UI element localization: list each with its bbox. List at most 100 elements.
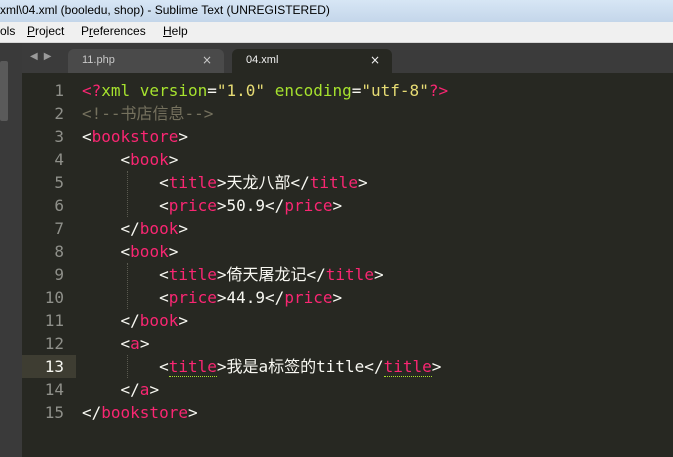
code-token: > [332,196,343,215]
code-token: price [168,288,217,307]
indent-guide [127,263,128,309]
code-token: > [168,150,179,169]
line-number: 3 [54,127,64,146]
sidebar-strip [0,43,22,457]
code-line[interactable]: <title>天龙八部</title> [82,171,673,194]
code-token: > [373,265,384,284]
code-token: book [130,150,169,169]
code-line[interactable]: <?xml version="1.0" encoding="utf-8"?> [82,79,673,102]
code-token: bookstore [101,403,188,422]
code-line[interactable]: <book> [82,240,673,263]
tab-label: 04.xml [246,54,279,66]
code-token: > [168,242,179,261]
menu-project[interactable]: Project [27,24,64,38]
menu-help[interactable]: Help [163,24,188,38]
code-token: < [82,196,169,215]
code-line[interactable]: </book> [82,309,673,332]
code-line[interactable]: <a> [82,332,673,355]
code-token: book [139,219,179,238]
code-token: = [207,81,217,100]
code-token: > [178,127,188,146]
code-token: < [82,265,169,284]
line-number: 15 [44,403,64,422]
code-line[interactable]: </book> [82,217,673,240]
line-number: 12 [44,334,64,353]
code-token: > [149,380,160,399]
line-number: 7 [54,219,64,238]
code-token: title [309,173,358,192]
code-line[interactable]: <title>我是a标签的title</title> [82,355,673,378]
line-number: 6 [54,196,64,215]
code-token: "utf-8" [361,81,429,100]
title-bar: xml\04.xml (booledu, shop) - Sublime Tex… [0,0,673,23]
line-number: 9 [54,265,64,284]
close-icon[interactable]: × [370,53,380,67]
code-line[interactable]: <!--书店信息--> [82,102,673,125]
code-token: title [383,357,432,377]
code-line[interactable]: </bookstore> [82,401,673,424]
code-line[interactable]: <bookstore> [82,125,673,148]
code-line[interactable]: <book> [82,148,673,171]
code-token: ?> [428,81,449,100]
window-title: xml\04.xml (booledu, shop) - Sublime Tex… [0,3,330,17]
menu-bar: ols Project Preferences Help [0,22,673,43]
line-number: 5 [54,173,64,192]
indent-guide [127,171,128,217]
code-token: < [82,334,131,353]
code-token: > [187,403,198,422]
code-line[interactable]: </a> [82,378,673,401]
line-number: 14 [44,380,64,399]
code-token: >44.9</ [216,288,285,307]
code-token: bookstore [91,127,179,146]
code-token: title [325,265,374,284]
menu-preferences[interactable]: Preferences [81,24,146,38]
tab-label: 11.php [82,54,115,66]
code-token: xml version [101,81,208,100]
line-number-gutter: 1 2 3 4 5 6 7 8 9 10 11 12 13 14 15 [22,79,64,424]
code-token: </ [82,311,140,330]
code-token: >倚天屠龙记</ [216,265,326,284]
code-token: > [332,288,343,307]
code-token: < [82,173,169,192]
code-token: < [82,127,92,146]
code-token: < [82,288,169,307]
code-token: = [351,81,362,100]
code-line[interactable]: <price>44.9</price> [82,286,673,309]
code-line[interactable]: <price>50.9</price> [82,194,673,217]
code-editor[interactable]: 1 2 3 4 5 6 7 8 9 10 11 12 13 14 15 <?xml version="1.0… [22,73,673,457]
code-line[interactable]: <title>倚天屠龙记</title> [82,263,673,286]
tab-04-xml[interactable]: 04.xml × [232,49,392,73]
line-number: 8 [54,242,64,261]
code-token: </ [82,380,140,399]
code-token: > [178,311,188,330]
code-token: </ [82,403,102,422]
tab-nav-arrows-icon[interactable]: ◀▶ [30,51,57,62]
code-token: a [130,334,140,353]
sidebar-scroll-thumb[interactable] [0,61,8,121]
code-token: a [139,380,150,399]
code-token: >我是a标签的title</ [216,357,384,376]
tab-11-php[interactable]: 11.php × [68,49,224,73]
code-token: > [357,173,368,192]
code-area[interactable]: <?xml version="1.0" encoding="utf-8"?> <!… [82,79,673,424]
menu-tools[interactable]: ols [0,24,15,38]
code-token: book [139,311,179,330]
code-token: >50.9</ [216,196,285,215]
line-number: 4 [54,150,64,169]
code-token: encoding [274,81,352,100]
close-icon[interactable]: × [202,53,212,67]
code-token: >天龙八部</ [216,173,310,192]
code-token: "1.0" [216,81,266,100]
code-token: <!--书店信息--> [82,104,214,123]
code-token: > [139,334,150,353]
code-token: < [82,150,131,169]
line-number: 1 [54,81,64,100]
line-number: 2 [54,104,64,123]
code-token: < [82,242,131,261]
code-token: title [168,357,217,377]
code-token: price [284,288,333,307]
line-number: 10 [44,288,64,307]
code-token: title [168,173,217,192]
code-token: title [168,265,217,284]
